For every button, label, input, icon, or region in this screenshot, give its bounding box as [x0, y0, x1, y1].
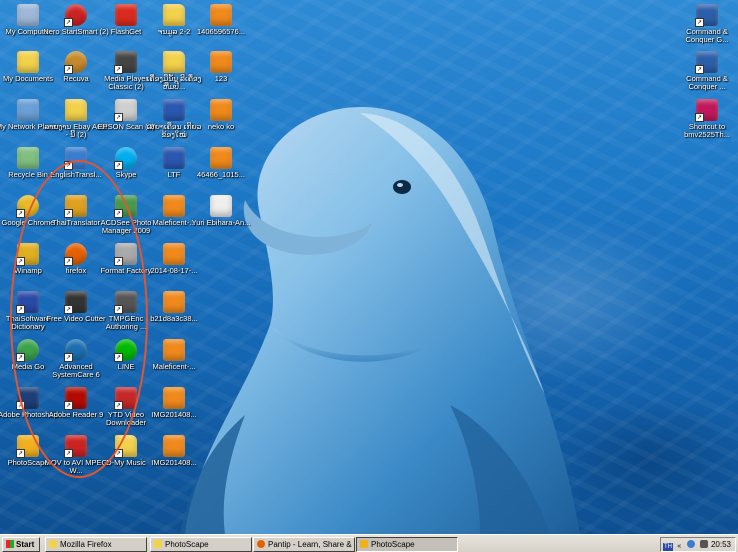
game-shortcut-icon: ↗	[695, 99, 718, 122]
language-indicator[interactable]: TH	[663, 543, 673, 551]
desktop-icon-label: 1406596576...	[197, 27, 245, 36]
desktop-icon[interactable]: IMG201408...	[141, 387, 207, 419]
taskbar: Start Mozilla Firefox PhotoScape Pantip - …	[0, 534, 738, 552]
network-tray-icon[interactable]	[687, 540, 696, 548]
desktop-icon-label: 123	[214, 74, 228, 83]
folder-icon	[154, 540, 162, 548]
photoscape-file-icon	[210, 147, 232, 169]
desktop-icon[interactable]: ↗ Shortcut to bmv2525Th...	[674, 99, 738, 139]
shortcut-arrow-icon: ↗	[114, 65, 123, 74]
command-conquer-icon: ↗	[695, 4, 718, 27]
photoscape-icon	[360, 540, 368, 548]
recycle-bin-icon	[17, 147, 39, 169]
start-label: Start	[16, 540, 35, 549]
taskbar-button-label: Mozilla Firefox	[60, 540, 112, 549]
desktop-icon[interactable]: 2014-08-17-...	[141, 243, 207, 275]
taskbar-button-label: PhotoScape	[165, 540, 209, 549]
desktop-icon-label: IMG201408...	[151, 410, 197, 419]
folder-icon	[163, 51, 185, 73]
desktop-icon[interactable]: b21d8a3c38...	[141, 291, 207, 323]
taskbar-button[interactable]: Mozilla Firefox	[45, 537, 147, 552]
word-document-icon	[163, 147, 185, 169]
desktop-icon[interactable]: neko ko	[188, 99, 254, 131]
desktop-icon[interactable]: Maleficent-...	[141, 339, 207, 371]
desktop-icon[interactable]: IMG201408...	[141, 435, 207, 467]
taskbar-button[interactable]: Pantip - Learn, Share & ...	[253, 537, 355, 552]
recuva-icon: ↗	[64, 51, 87, 74]
my-documents-icon	[17, 51, 39, 73]
red-circle-annotation	[10, 160, 148, 478]
photoscape-file-icon	[210, 51, 232, 73]
taskbar-button-label: Pantip - Learn, Share & ...	[268, 540, 355, 549]
photoscape-file-icon	[210, 99, 232, 121]
photoscape-file-icon	[163, 243, 185, 265]
folder-icon	[49, 540, 57, 548]
shortcut-arrow-icon: ↗	[114, 113, 123, 122]
desktop-icon-label: Yuri Ebihara-An...	[191, 218, 251, 227]
media-player-classic-icon: ↗	[114, 51, 137, 74]
desktop-screen: My Computer ↗ Nero StartSmart (2) FlashGet ຈ…	[0, 0, 738, 552]
desktop-icon-label: Maleficent-...	[152, 362, 196, 371]
shortcut-arrow-icon: ↗	[64, 18, 73, 27]
shortcut-arrow-icon: ↗	[695, 65, 704, 74]
photoscape-file-icon	[163, 291, 185, 313]
word-document-icon	[163, 99, 185, 121]
flashget-icon	[115, 4, 137, 26]
tray-expand-icon[interactable]: «	[677, 543, 683, 551]
desktop-icon-label: Command & Conquer G...	[685, 27, 729, 44]
photoscape-file-icon	[163, 339, 185, 361]
shortcut-arrow-icon: ↗	[114, 161, 123, 170]
desktop-icon[interactable]: 123	[188, 51, 254, 83]
photoscape-file-icon	[163, 195, 185, 217]
desktop-icon[interactable]: ↗ Command & Conquer ...	[674, 51, 738, 91]
text-file-icon	[210, 195, 232, 217]
skype-icon: ↗	[114, 147, 137, 170]
command-conquer-icon: ↗	[695, 51, 718, 74]
desktop-icon-label: 46466_1015...	[197, 170, 245, 179]
desktop-icon[interactable]: 1406596576...	[188, 4, 254, 36]
desktop-icon[interactable]: Yuri Ebihara-An...	[188, 195, 254, 227]
shortcut-arrow-icon: ↗	[64, 65, 73, 74]
volume-tray-icon[interactable]	[699, 540, 708, 548]
taskbar-button[interactable]: PhotoScape	[356, 537, 458, 552]
my-network-icon	[17, 99, 39, 121]
shortcut-arrow-icon: ↗	[16, 209, 25, 218]
photoscape-file-icon	[163, 387, 185, 409]
desktop-icon-label: Shortcut to bmv2525Th...	[684, 122, 730, 139]
shortcut-arrow-icon: ↗	[695, 113, 704, 122]
desktop-icon-label: neko ko	[207, 122, 235, 131]
desktop-icon[interactable]: 46466_1015...	[188, 147, 254, 179]
start-button[interactable]: Start	[2, 537, 40, 552]
taskbar-button-label: PhotoScape	[371, 540, 415, 549]
desktop-icon-label: Command & Conquer ...	[686, 74, 728, 91]
desktop-icon-label: IMG201408...	[151, 458, 197, 467]
desktop-icon[interactable]: ↗ Command & Conquer G...	[674, 4, 738, 44]
my-computer-icon	[17, 4, 39, 26]
firefox-icon	[257, 540, 265, 548]
nero-icon: ↗	[64, 4, 87, 27]
taskbar-clock: 20:53	[710, 540, 731, 549]
photoscape-file-icon	[210, 4, 232, 26]
windows-flag-icon	[6, 540, 14, 548]
shortcut-arrow-icon: ↗	[16, 449, 25, 458]
epson-scan-icon: ↗	[114, 99, 137, 122]
photoscape-file-icon	[163, 435, 185, 457]
taskbar-button[interactable]: PhotoScape	[150, 537, 252, 552]
desktop-icon-label: b21d8a3c38...	[150, 314, 198, 323]
system-tray: TH « 20:53	[660, 537, 736, 552]
desktop-icon-label: 2014-08-17-...	[150, 266, 198, 275]
folder-icon	[163, 4, 185, 26]
shortcut-arrow-icon: ↗	[695, 18, 704, 27]
folder-icon	[65, 99, 87, 121]
